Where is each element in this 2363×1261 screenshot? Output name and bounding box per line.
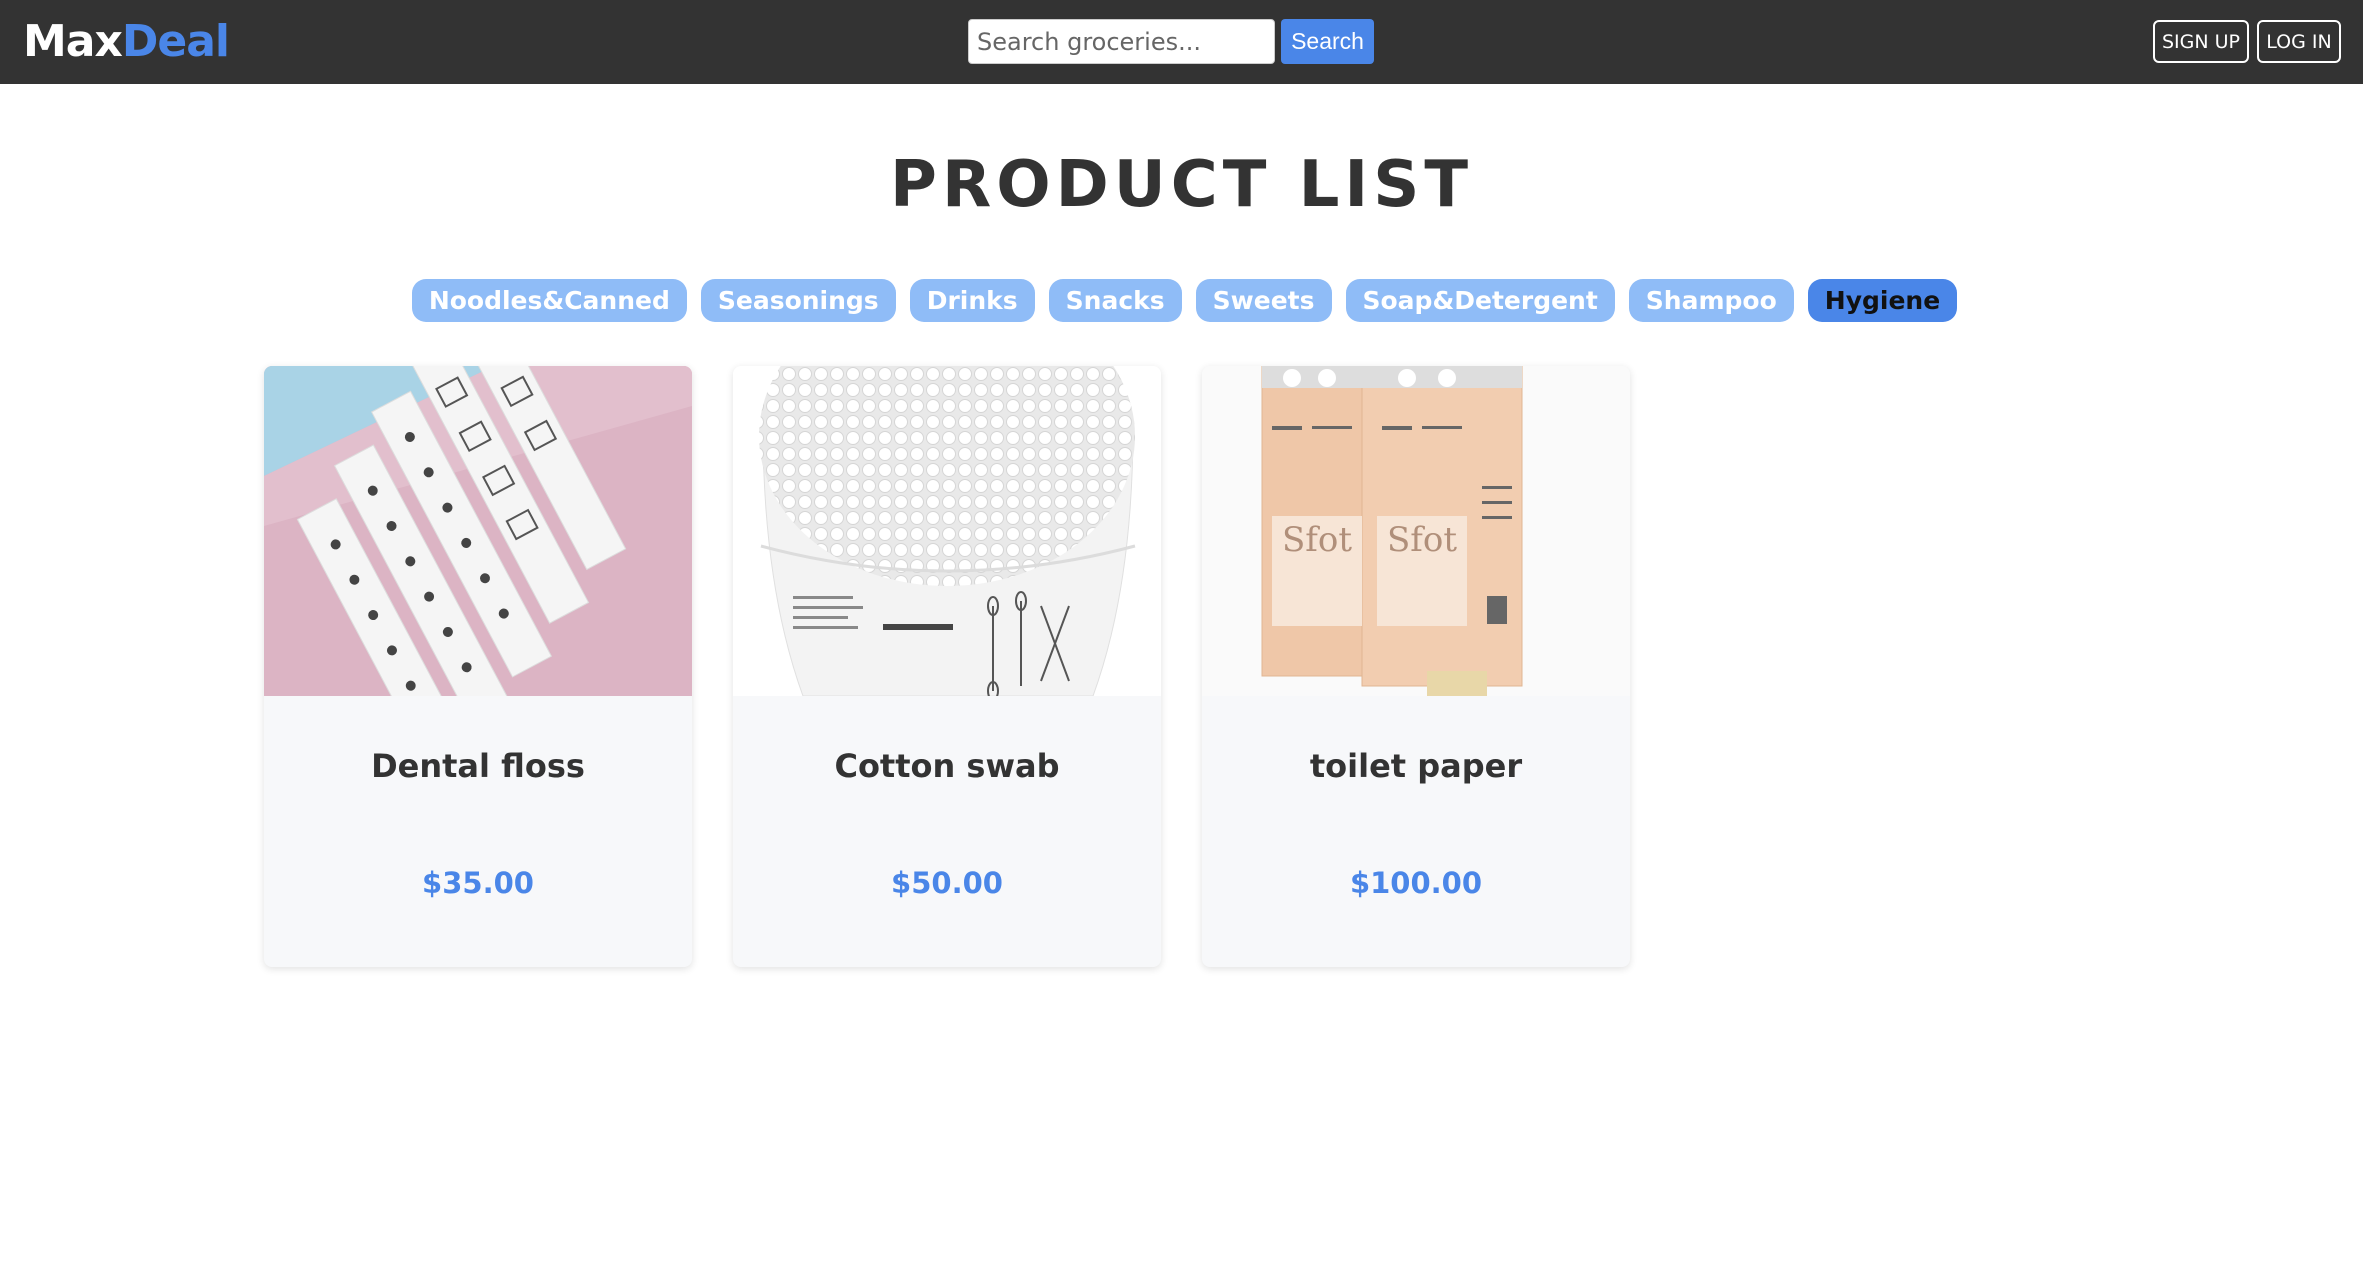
- cotton-swab-image[interactable]: [733, 366, 1161, 696]
- logo-deal: Deal: [121, 16, 230, 67]
- product-price: $100.00: [1349, 866, 1483, 900]
- category-hygiene[interactable]: Hygiene: [1807, 279, 1958, 322]
- product-price: $50.00: [891, 866, 1003, 900]
- product-name[interactable]: Dental floss: [264, 747, 692, 785]
- login-button[interactable]: LOG IN: [2257, 20, 2341, 63]
- product-card[interactable]: Dental floss $35.00: [264, 366, 692, 967]
- category-noodles-canned[interactable]: Noodles&Canned: [411, 279, 687, 322]
- category-filter-bar: Noodles&Canned Seasonings Drinks Snacks …: [0, 279, 2363, 322]
- dental-floss-image[interactable]: [264, 366, 692, 696]
- svg-text:Sfot: Sfot: [1282, 520, 1352, 560]
- category-snacks[interactable]: Snacks: [1048, 279, 1182, 322]
- svg-text:Sfot: Sfot: [1387, 520, 1457, 560]
- logo-max: Max: [23, 16, 123, 67]
- category-drinks[interactable]: Drinks: [909, 279, 1035, 322]
- page-title: PRODUCT LIST: [890, 148, 1473, 222]
- category-sweets[interactable]: Sweets: [1195, 279, 1332, 322]
- category-seasonings[interactable]: Seasonings: [700, 279, 896, 322]
- search-input[interactable]: [968, 19, 1275, 64]
- product-card[interactable]: Cotton swab $50.00: [733, 366, 1161, 967]
- toilet-paper-image[interactable]: Sfot Sfot: [1202, 366, 1630, 696]
- product-card[interactable]: Sfot Sfot toilet paper $100.00: [1202, 366, 1630, 967]
- product-grid: Dental floss $35.00 Cotton swab $50.00 S…: [264, 366, 1630, 967]
- signup-button[interactable]: SIGN UP: [2153, 20, 2249, 63]
- navbar: MaxDeal Search SIGN UP LOG IN: [0, 0, 2363, 84]
- product-name[interactable]: toilet paper: [1202, 747, 1630, 785]
- search-button[interactable]: Search: [1281, 19, 1374, 64]
- category-shampoo[interactable]: Shampoo: [1628, 279, 1794, 322]
- logo[interactable]: MaxDeal: [23, 14, 230, 70]
- category-soap-detergent[interactable]: Soap&Detergent: [1345, 279, 1615, 322]
- product-price: $35.00: [422, 866, 534, 900]
- product-name[interactable]: Cotton swab: [733, 747, 1161, 785]
